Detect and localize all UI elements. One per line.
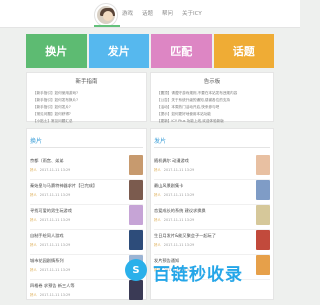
category-tiles: 换片 发片 匹配 话题 [26, 34, 274, 68]
list-item-title[interactable]: 寻找可爱的男生玩游戏 [30, 208, 72, 214]
watermark-logo: S [125, 259, 147, 281]
nav-item-topics[interactable]: 话题 [142, 9, 153, 17]
list-item-title[interactable]: 恋爱成长的系统 建议求换换 [154, 208, 206, 214]
guide-panel: 新手指南 【新手指引】如何使用游戏? 【新手指引】如何发布换片? 【新手指引】如… [26, 72, 147, 125]
watermark-glyph: S [132, 264, 140, 276]
post-time: 2017-11-11 13:29 [163, 168, 195, 172]
nav-item-help[interactable]: 帮问 [162, 9, 173, 17]
list-item-title[interactable]: 京都（雨宫、弟弟 [30, 158, 64, 164]
notice-item[interactable]: 【活动】本周热门活动开启,快来参与吧 [157, 104, 273, 111]
list-item-title[interactable]: 最山风景剧集卡 [154, 183, 183, 189]
notice-list: 【置顶】请遵守游戏规则,不要在本站发布违规内容 【公告】关于系统升级的通知,感谢… [157, 90, 273, 125]
notice-title: 告示板 [203, 79, 221, 85]
notice-panel: 告示板 【置顶】请遵守游戏规则,不要在本站发布违规内容 【公告】关于系统升级的通… [150, 72, 274, 125]
tile-swap[interactable]: 换片 [26, 34, 87, 68]
post-time: 2017-11-11 13:29 [163, 243, 195, 247]
author-tag[interactable]: 好人 [30, 218, 37, 222]
list-item-title[interactable]: 城市花园剧情系列 [30, 258, 64, 264]
list-item[interactable]: 京都（雨宫、弟弟 好人 2017-11-11 13:29 [30, 152, 143, 180]
list-item-title[interactable]: 自制手绘同人游戏 [30, 233, 64, 239]
tile-topic[interactable]: 话题 [213, 34, 274, 68]
item-thumbnail[interactable] [129, 230, 143, 250]
guide-item[interactable]: 【新手指引】如何使用游戏? [33, 90, 146, 97]
author-tag[interactable]: 好人 [30, 243, 37, 247]
post-time: 2017-11-11 13:29 [39, 168, 71, 172]
list-item-meta: 好人 2017-11-11 13:29 [30, 242, 70, 247]
nav-item-games[interactable]: 游戏 [122, 9, 133, 17]
main-nav: 游戏 话题 帮问 关于ICY [122, 9, 202, 17]
guide-item[interactable]: 【新手指引】如何发片? [33, 104, 146, 111]
author-tag[interactable]: 好人 [154, 168, 161, 172]
author-tag[interactable]: 好人 [30, 193, 37, 197]
post-time: 2017-11-11 13:29 [39, 293, 71, 297]
guide-title: 新手指南 [75, 79, 98, 85]
list-item-meta: 好人 2017-11-11 13:29 [154, 167, 194, 172]
list-item[interactable]: 四格卷 求预告 新三人等 好人 2017-11-11 13:29 [30, 277, 143, 305]
post-time: 2017-11-11 13:29 [163, 218, 195, 222]
list-item-meta: 好人 2017-11-11 13:29 [154, 242, 194, 247]
notice-item[interactable]: 【更新】ICY Plus 功能上线,欢迎体验新版 [157, 118, 273, 125]
list-item-meta: 好人 2017-11-11 13:29 [30, 192, 70, 197]
item-thumbnail[interactable] [256, 230, 270, 250]
list-item[interactable]: 秦始皇与马赛特神器求片【已完成】 好人 2017-11-11 13:29 [30, 177, 143, 205]
avatar-face [103, 11, 113, 21]
notice-item[interactable]: 【置顶】请遵守游戏规则,不要在本站发布违规内容 [157, 90, 273, 97]
post-time: 2017-11-11 13:29 [39, 193, 71, 197]
list-item-meta: 好人 2017-11-11 13:29 [30, 217, 70, 222]
author-tag[interactable]: 好人 [30, 168, 37, 172]
list-item[interactable]: 生日月发片&能又聚会子一起玩了 好人 2017-11-11 13:29 [154, 227, 270, 255]
list-item[interactable]: 自制手绘同人游戏 好人 2017-11-11 13:29 [30, 227, 143, 255]
item-thumbnail[interactable] [129, 205, 143, 225]
post-time: 2017-11-11 13:29 [39, 268, 71, 272]
avatar-logo[interactable] [95, 4, 117, 26]
list-item-title[interactable]: 生日月发片&能又聚会子一起玩了 [154, 233, 216, 239]
logo-underline [94, 25, 120, 27]
guide-item[interactable]: 【常见问题】如何获得? [33, 111, 146, 118]
list-item[interactable]: 随机偶尔 动漫游戏 好人 2017-11-11 13:29 [154, 152, 270, 180]
nav-item-about[interactable]: 关于ICY [182, 9, 202, 17]
author-tag[interactable]: 好人 [154, 243, 161, 247]
tile-post[interactable]: 发片 [88, 34, 149, 68]
item-thumbnail[interactable] [256, 155, 270, 175]
author-tag[interactable]: 好人 [154, 218, 161, 222]
item-thumbnail[interactable] [129, 155, 143, 175]
author-tag[interactable]: 好人 [154, 193, 161, 197]
list-item-title[interactable]: 秦始皇与马赛特神器求片【已完成】 [30, 183, 97, 189]
post-time: 2017-11-11 13:29 [39, 218, 71, 222]
list-item-meta: 好人 2017-11-11 13:29 [30, 292, 70, 297]
post-time: 2017-11-11 13:29 [39, 243, 71, 247]
author-tag[interactable]: 好人 [30, 293, 37, 297]
watermark-text: 百链秒收录 [153, 265, 243, 285]
item-thumbnail[interactable] [129, 180, 143, 200]
list-item-meta: 好人 2017-11-11 13:29 [30, 267, 70, 272]
notice-item[interactable]: 【公告】关于系统升级的通知,感谢各位的支持 [157, 97, 273, 104]
list-item[interactable]: 最山风景剧集卡 好人 2017-11-11 13:29 [154, 177, 270, 205]
list-item-meta: 好人 2017-11-11 13:29 [154, 192, 194, 197]
item-thumbnail[interactable] [129, 280, 143, 300]
list-item[interactable]: 恋爱成长的系统 建议求换换 好人 2017-11-11 13:29 [154, 202, 270, 230]
tile-match[interactable]: 匹配 [151, 34, 212, 68]
post-section-title[interactable]: 发片 [154, 136, 166, 145]
guide-item[interactable]: 【小贴士】常见问题汇总 [33, 118, 146, 125]
swap-section-divider [30, 147, 143, 148]
guide-list: 【新手指引】如何使用游戏? 【新手指引】如何发布换片? 【新手指引】如何发片? … [33, 90, 146, 125]
author-tag[interactable]: 好人 [30, 268, 37, 272]
top-navbar: 游戏 话题 帮问 关于ICY [0, 0, 300, 28]
list-item-title[interactable]: 随机偶尔 动漫游戏 [154, 158, 189, 164]
list-item-meta: 好人 2017-11-11 13:29 [30, 167, 70, 172]
list-item[interactable]: 寻找可爱的男生玩游戏 好人 2017-11-11 13:29 [30, 202, 143, 230]
post-time: 2017-11-11 13:29 [163, 193, 195, 197]
guide-item[interactable]: 【新手指引】如何发布换片? [33, 97, 146, 104]
item-thumbnail[interactable] [256, 255, 270, 275]
list-item-title[interactable]: 四格卷 求预告 新三人等 [30, 283, 75, 289]
item-thumbnail[interactable] [256, 180, 270, 200]
post-section-divider [154, 147, 270, 148]
item-thumbnail[interactable] [256, 205, 270, 225]
swap-section-title[interactable]: 换片 [30, 136, 42, 145]
list-item-meta: 好人 2017-11-11 13:29 [154, 217, 194, 222]
notice-item[interactable]: 【提示】如何更好地使用本站功能 [157, 111, 273, 118]
